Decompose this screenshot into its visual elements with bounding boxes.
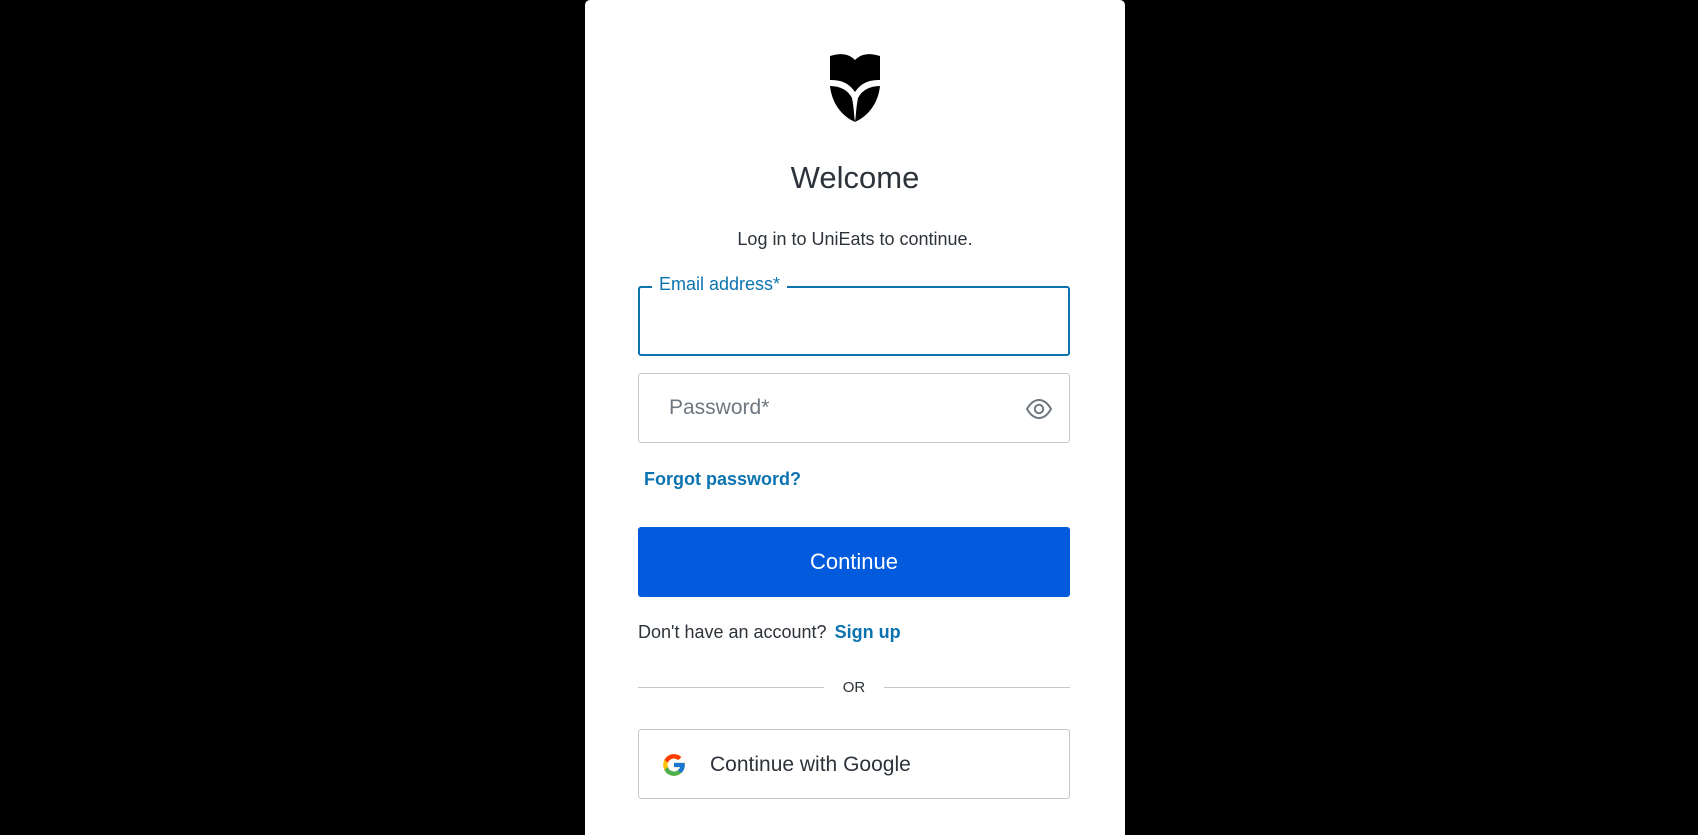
continue-button[interactable]: Continue [638,527,1070,597]
signup-row: Don't have an account? Sign up [638,620,901,644]
continue-with-google-button[interactable]: Continue with Google [638,729,1070,799]
forgot-password-link[interactable]: Forgot password? [644,467,801,491]
password-field[interactable] [638,373,1070,443]
page-title: Welcome [790,160,920,195]
login-card: Welcome Log in to UniEats to continue. E… [585,0,1125,835]
google-icon [663,754,685,776]
eye-icon[interactable] [1025,395,1053,423]
page-subtitle: Log in to UniEats to continue. [737,229,973,249]
signup-prompt: Don't have an account? [638,622,827,642]
email-input[interactable] [640,288,1068,354]
password-input[interactable] [639,374,1069,442]
google-button-label: Continue with Google [710,753,911,776]
shield-star-icon [830,54,880,122]
or-divider: OR [638,676,1070,700]
signup-link[interactable]: Sign up [835,622,901,642]
page-background: Welcome Log in to UniEats to continue. E… [0,0,1698,835]
divider-line-right [884,687,1070,688]
divider-text: OR [842,679,866,696]
email-field[interactable]: Email address* [638,272,1070,356]
